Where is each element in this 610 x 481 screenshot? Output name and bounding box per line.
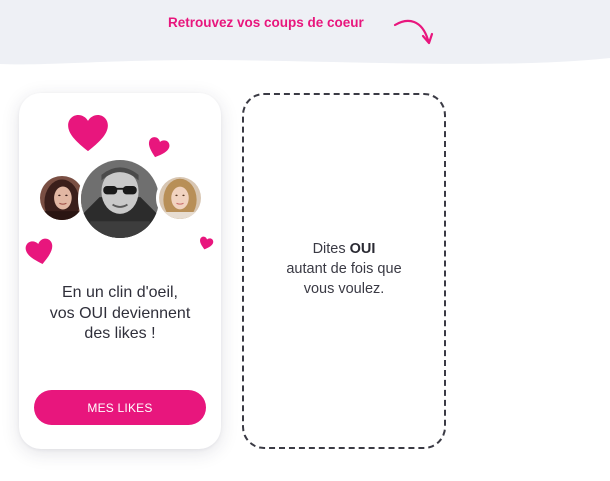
placeholder-text-prefix: Dites <box>312 241 350 257</box>
placeholder-line: Dites OUI <box>244 239 444 259</box>
likes-description: En un clin d'oeil, vos OUI deviennent de… <box>19 283 221 345</box>
curved-arrow-icon <box>392 16 436 50</box>
heart-icon <box>24 236 57 267</box>
placeholder-line: autant de fois que <box>286 261 402 277</box>
placeholder-text-bold: OUI <box>349 241 376 257</box>
favorites-link[interactable]: Retrouvez vos coups de coeur <box>168 15 364 30</box>
placeholder-card: Dites OUI autant de fois que vous voulez… <box>242 93 446 449</box>
heart-icon <box>67 114 109 152</box>
placeholder-description: Dites OUI autant de fois que vous voulez… <box>244 239 444 299</box>
placeholder-line: vous voulez. <box>303 281 385 297</box>
likes-description-line: des likes ! <box>84 325 156 342</box>
heart-icon <box>144 135 171 161</box>
likes-description-line: En un clin d'oeil, <box>61 284 178 301</box>
likes-card: En un clin d'oeil, vos OUI deviennent de… <box>19 93 221 449</box>
avatar-woman-blonde <box>156 174 204 222</box>
avatar-man-sunglasses <box>78 157 162 241</box>
my-likes-button[interactable]: MES LIKES <box>34 390 206 425</box>
heart-icon <box>198 235 215 251</box>
likes-description-line: vos OUI deviennent <box>49 304 191 322</box>
